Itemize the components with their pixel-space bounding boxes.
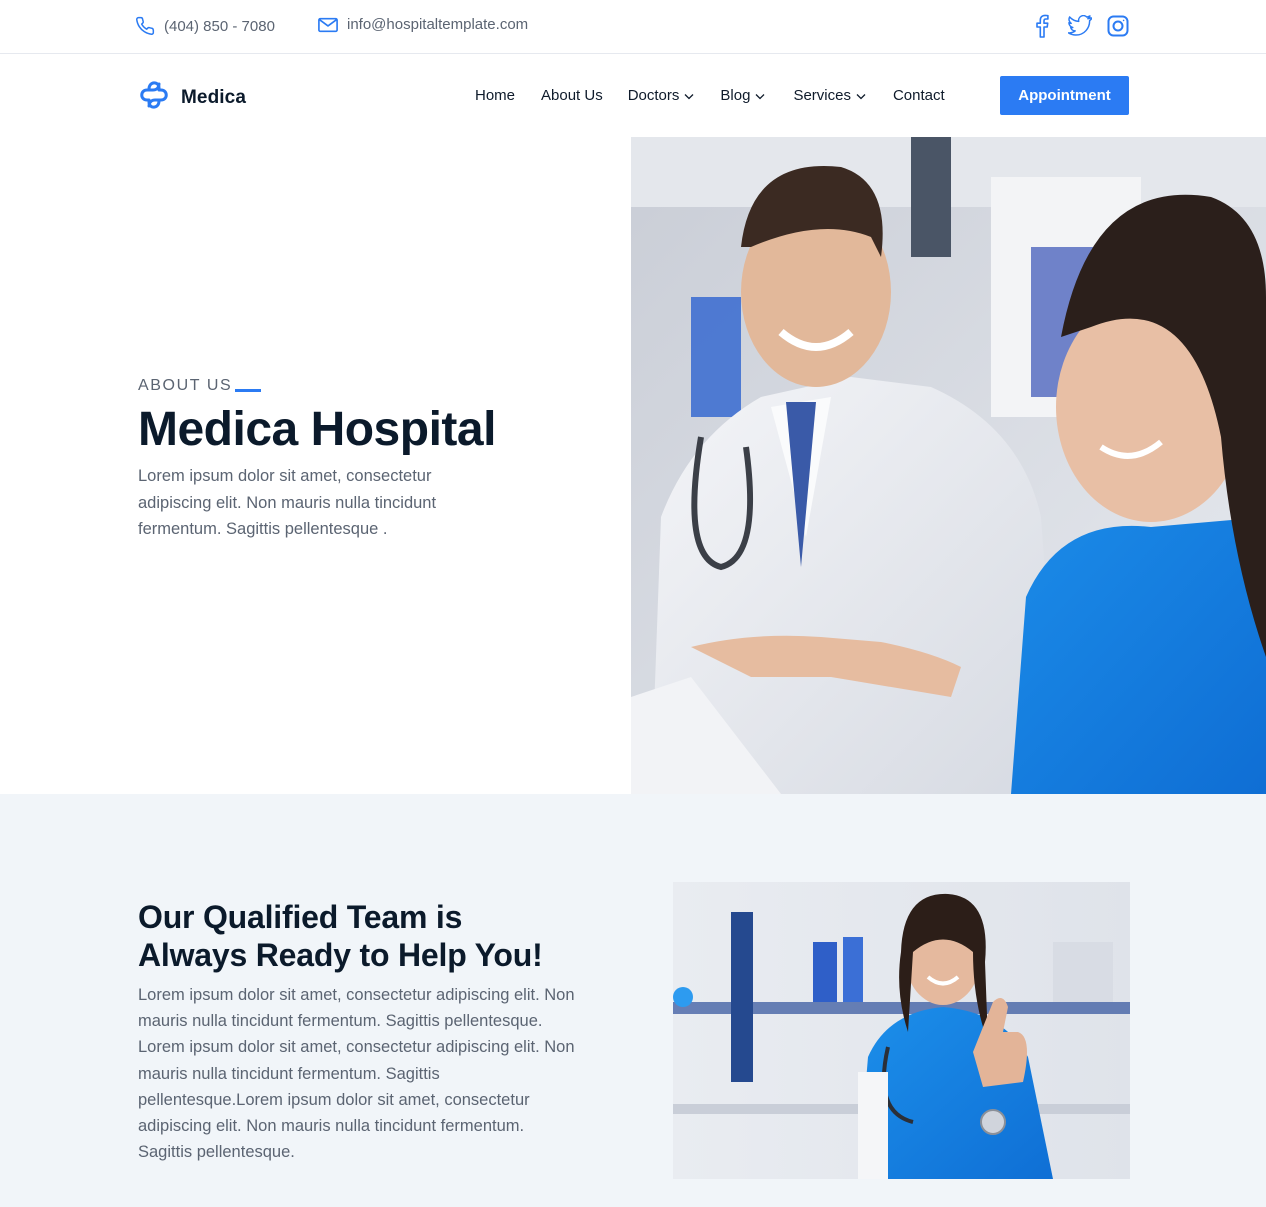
email-contact[interactable]: info@hospitaltemplate.com [318, 16, 528, 33]
facebook-icon[interactable] [1030, 13, 1054, 39]
hero-description: Lorem ipsum dolor sit amet, consectetur … [138, 467, 437, 538]
chevron-down-icon [684, 93, 694, 99]
instagram-icon[interactable] [1106, 13, 1130, 39]
phone-number: (404) 850 - 7080 [164, 17, 275, 35]
nav-label: About Us [541, 87, 603, 104]
medical-cross-logo-icon [135, 76, 173, 119]
nav-label: Doctors [627, 87, 680, 104]
chevron-down-icon [856, 93, 866, 99]
nav-item-blog[interactable]: Blog [720, 87, 766, 104]
nav-item-home[interactable]: Home [475, 87, 515, 104]
phone-icon [135, 16, 155, 36]
brand-logo[interactable]: Medica [135, 76, 246, 119]
section-eyebrow: ABOUT US [138, 377, 558, 395]
nav-item-contact[interactable]: Contact [893, 87, 945, 104]
top-bar: (404) 850 - 7080 info@hospitaltemplate.c… [0, 0, 1266, 54]
team-nurse-image [673, 882, 1130, 1179]
main-navbar: Medica Home About Us Doctors Blog Servic… [0, 54, 1266, 137]
hero-text-block: ABOUT US Medica Hospital Lorem ipsum dol… [138, 377, 558, 543]
photo-illustration [673, 882, 1130, 1179]
mail-icon [318, 17, 338, 33]
social-links [1030, 13, 1130, 39]
nav-item-services[interactable]: Services [793, 87, 867, 104]
email-address: info@hospitaltemplate.com [347, 16, 529, 33]
hero-doctor-nurse-image [631, 137, 1266, 794]
brand-name: Medica [181, 86, 247, 108]
team-title: Our Qualified Team is Always Ready to He… [138, 899, 543, 973]
hero-title: Medica Hospital [138, 403, 496, 456]
nav-label: Home [475, 87, 516, 104]
nav-label: Contact [892, 87, 945, 104]
appointment-button[interactable]: Appointment [1000, 76, 1129, 115]
eyebrow-label: ABOUT US [138, 377, 233, 394]
about-hero-section: ABOUT US Medica Hospital Lorem ipsum dol… [0, 137, 1266, 794]
phone-contact[interactable]: (404) 850 - 7080 [135, 16, 275, 36]
team-section: Our Qualified Team is Always Ready to He… [0, 794, 1266, 1207]
chevron-down-icon [755, 93, 765, 99]
photo-illustration [631, 137, 1266, 794]
nav-item-about-us[interactable]: About Us [541, 87, 603, 104]
twitter-icon[interactable] [1068, 13, 1092, 39]
eyebrow-accent-bar [235, 389, 262, 392]
team-description: Lorem ipsum dolor sit amet, consectetur … [138, 986, 575, 1162]
team-text-block: Our Qualified Team is Always Ready to He… [138, 898, 578, 1165]
primary-nav: Home About Us Doctors Blog Services Cont… [475, 87, 945, 104]
nav-label: Blog [720, 87, 751, 104]
nav-label: Services [793, 87, 851, 104]
nav-item-doctors[interactable]: Doctors [628, 87, 696, 104]
